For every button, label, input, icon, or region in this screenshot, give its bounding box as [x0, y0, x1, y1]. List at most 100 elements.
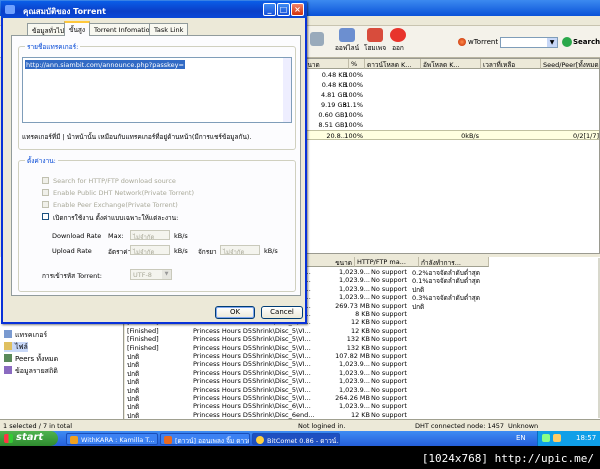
upload-rate-input[interactable]: ไม่จำกัด [130, 245, 170, 255]
tab-task-link[interactable]: Task Link [149, 23, 189, 35]
app-icon [70, 436, 78, 444]
search-engine-select[interactable]: ▼ [500, 37, 558, 48]
wtorrent-label[interactable]: wTorrent [468, 38, 498, 46]
file-cell-http: No support [371, 276, 407, 285]
list-item[interactable]: ปกติ Princess Hours D5Shrink\Disc_6end...… [125, 411, 600, 419]
folder-icon [4, 342, 12, 350]
table-row[interactable]: 0.60 GB) 100% [301, 110, 599, 120]
file-cell-name: Princess Hours D5Shrink\Disc_5\VI... [193, 385, 311, 394]
image-caption: [1024x768] http://upic.me/ [0, 446, 600, 469]
file-cell-http: No support [371, 385, 407, 394]
col-header-upload[interactable]: อัพโหลด K... [421, 59, 481, 69]
col-header-seed-peer[interactable]: Seed/Peer[ทั้งหมด] [541, 59, 599, 69]
maximize-button[interactable]: □ [277, 3, 290, 16]
task-withkara[interactable]: WithKARA : Kamilla T... [66, 433, 158, 445]
public-dht-checkbox[interactable] [42, 189, 49, 196]
textarea-scrollbar[interactable] [283, 58, 291, 122]
ratio-input[interactable]: ไม่จำกัด [220, 245, 260, 255]
file-cell-size: 1,023.9... [338, 368, 370, 377]
file-col-httpftp[interactable]: HTTP/FTP ma... [355, 257, 419, 267]
file-cell-http: No support [371, 335, 407, 344]
per-task-settings-checkbox[interactable] [42, 213, 49, 220]
max-label: Max: [108, 232, 124, 240]
http-ftp-source-checkbox[interactable] [42, 177, 49, 184]
file-cell-size: 12 KB [350, 318, 370, 327]
cancel-button[interactable]: Cancel [261, 306, 303, 319]
clock: 18:57 [576, 434, 597, 442]
table-row[interactable]: 8.51 GB) 100% [301, 120, 599, 130]
login-status: Not logined in. [298, 422, 346, 430]
exit-button[interactable]: ออก [383, 28, 413, 56]
tray-icon[interactable] [542, 434, 550, 442]
file-cell-http: No support [371, 368, 407, 377]
table-row[interactable]: 9.19 GB 31.1% [301, 100, 599, 110]
file-cell-size: 132 KB [346, 335, 370, 344]
minimize-button[interactable]: _ [263, 3, 276, 16]
col-header-pct[interactable]: % [349, 59, 365, 69]
tracker-list-textarea[interactable]: http://ann.siambit.com/announce.php?pass… [22, 57, 292, 123]
col-header-eta[interactable]: เวลาที่เหลือ [481, 59, 541, 69]
file-cell-http: No support [371, 268, 407, 276]
download-rate-input[interactable]: ไม่จำกัด [130, 230, 170, 240]
tree-item-files[interactable]: ไฟล์ [4, 342, 28, 352]
table-row[interactable]: 0.48 KB 100% [301, 70, 599, 80]
file-cell-name: Princess Hours D5Shrink\Disc_5\VI... [193, 368, 311, 377]
table-row[interactable]: 4.81 GB 100% [301, 90, 599, 100]
advanced-tab-panel: รายชื่อแทรคเกอร์: http://ann.siambit.com… [11, 35, 301, 296]
peer-exchange-checkbox[interactable] [42, 201, 49, 208]
offline-button[interactable]: ออฟไลน์ [332, 28, 362, 56]
file-cell-http: No support [371, 293, 407, 302]
peer-exchange-label: Enable Peer Exchange(Private Torrent) [53, 201, 178, 209]
file-cell-size: 1,023.9... [338, 293, 370, 302]
file-cell-size: 12 KB [350, 410, 370, 419]
file-cell-status: ปกติ [127, 411, 140, 419]
stats-icon [4, 366, 12, 374]
desktop-screen: ออฟไลน์ โฮมเพจ ออก wTorrent ▼ Search ขนา… [0, 0, 600, 446]
tab-general[interactable]: ข้อมูลทั่วไป [27, 23, 69, 35]
cell-size: 4.81 GB [320, 91, 347, 99]
col-header-size[interactable]: ขนาด [301, 59, 349, 69]
language-indicator[interactable]: EN [516, 434, 526, 442]
download-unit: kB/s [174, 232, 188, 240]
cell-size: 8.51 GB) [318, 121, 347, 129]
table-row[interactable]: 0.48 KB 100% [301, 80, 599, 90]
file-cell-name: Princess Hours D5Shrink\Disc_5\VI... [193, 326, 311, 335]
file-cell-http: No support [371, 326, 407, 335]
file-cell-http: No support [371, 360, 407, 369]
task-download-page[interactable]: [ดาวน์] ออนเพลง จิ๊ม ดาวเรา... [160, 433, 250, 445]
file-cell-size: 1,023.9... [338, 385, 370, 394]
download-rate-label: Download Rate [52, 232, 102, 240]
browser-icon [164, 436, 172, 444]
cell-pct: 100% [344, 81, 363, 89]
torrent-list[interactable]: ขนาด % ดาวน์โหลด K... อัพโหลด K... เวลาท… [300, 58, 600, 254]
col-header-download[interactable]: ดาวน์โหลด K... [365, 59, 421, 69]
tree-item-peers[interactable]: Peers ทั้งหมด [4, 354, 58, 364]
cell-size: 0.48 KB [321, 71, 347, 79]
http-ftp-source-label: Search for HTTP/FTP download source [53, 177, 176, 185]
file-col-priority[interactable]: กำลังทำการ... [419, 257, 489, 267]
tray-icon[interactable] [553, 434, 561, 442]
file-cell-name: Princess Hours D5Shrink\Disc_5\VI... [193, 352, 311, 360]
search-button[interactable]: Search [573, 38, 600, 46]
ok-button[interactable]: OK [215, 306, 255, 319]
file-cell-size: 107.82 MB [335, 352, 370, 360]
selection-status: 1 selected / 7 in total [3, 422, 73, 430]
file-cell-status: [Finished] [127, 326, 159, 335]
system-tray: 18:57 [537, 431, 600, 446]
encoding-select[interactable]: UTF-8 ▼ [130, 269, 172, 280]
torrent-icon [5, 5, 15, 14]
file-cell-http: No support [371, 301, 407, 310]
search-icon[interactable] [562, 37, 572, 47]
refresh-icon[interactable] [310, 32, 324, 46]
upload-unit: kB/s [174, 247, 188, 255]
cell-size: 0.48 KB [321, 81, 347, 89]
tree-item-statistics[interactable]: ข้อมูลรายสถิติ [4, 366, 58, 376]
file-cell-size: 1,023.9... [338, 377, 370, 386]
close-button[interactable]: × [291, 3, 304, 16]
tab-advanced[interactable]: ขั้นสูง [64, 21, 91, 36]
task-bitcomet[interactable]: BitComet 0.86 - ดาวน์... [252, 433, 340, 445]
dialog-titlebar[interactable]: คุณสมบัติของ Torrent _ □ × [1, 1, 307, 18]
table-row[interactable]: 20.8... 100% 0kB/s 0/2[1/7] [301, 130, 599, 140]
tree-item-trackers[interactable]: แทรคเกอร์ [4, 330, 47, 340]
file-cell-http: No support [371, 310, 407, 318]
